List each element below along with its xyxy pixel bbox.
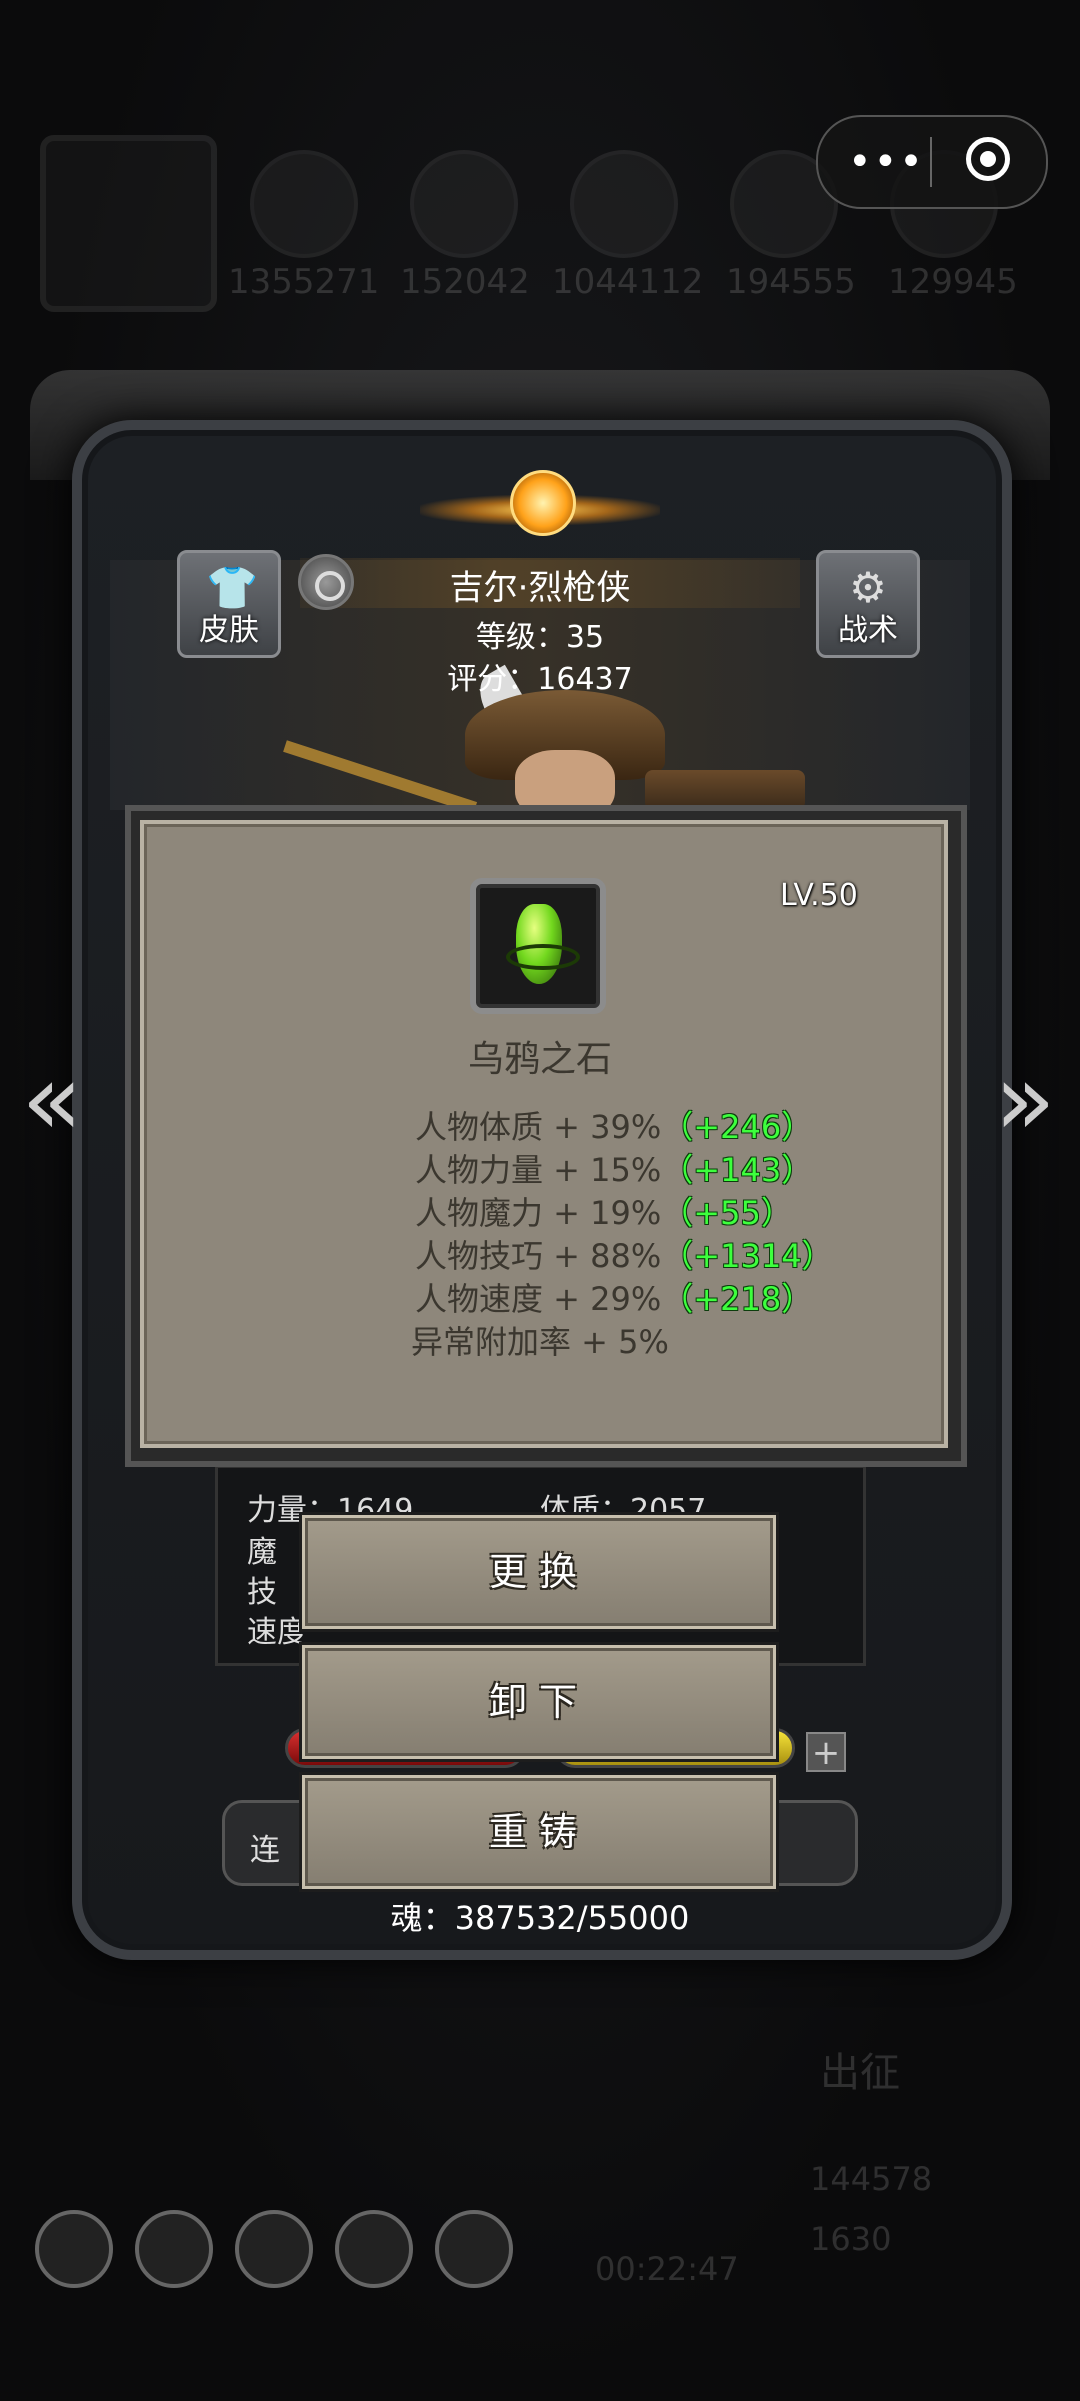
item-stats: 人物体质 + 39%（+246） 人物力量 + 15%（+143） 人物魔力 +… (411, 1102, 834, 1361)
menu-icon (135, 2210, 213, 2288)
reforge-button[interactable]: 重铸 (302, 1775, 776, 1889)
link-label: 连 (250, 1833, 280, 1868)
add-button[interactable]: + (806, 1732, 846, 1772)
stat-bonus: （+218） (661, 1280, 814, 1318)
character-score: 评分：16437 (447, 662, 633, 697)
tactics-label: 战术 (838, 613, 898, 648)
stat-bonus: （+143） (661, 1151, 814, 1189)
character-level: 等级：35 (475, 620, 605, 655)
soul-counter: 魂：387532/55000 (390, 1899, 690, 1937)
resource-count: 194555 (726, 262, 856, 302)
attr-magic: 魔 (247, 1535, 277, 1570)
prev-arrow-icon[interactable]: « (12, 1050, 92, 1150)
menu-icon (435, 2210, 513, 2288)
stat-text: 人物技巧 + 88% (415, 1237, 662, 1275)
skin-label: 皮肤 (199, 613, 259, 648)
menu-icon (335, 2210, 413, 2288)
next-arrow-icon[interactable]: » (985, 1050, 1065, 1150)
emblem-icon (420, 455, 660, 565)
crystal-band (506, 944, 580, 970)
stat-text: 人物魔力 + 19% (415, 1194, 662, 1232)
stat-bonus: （+246） (661, 1108, 814, 1146)
attr-speed: 速度 (247, 1615, 307, 1650)
more-icon[interactable]: ••• (848, 142, 923, 182)
tactics-button[interactable]: ⚙ 战术 (816, 550, 920, 658)
stat-bonus: （+1314） (661, 1237, 834, 1275)
item-name: 乌鸦之石 (467, 1039, 612, 1080)
close-target-icon[interactable] (966, 137, 1010, 181)
miniprogram-capsule: ••• (816, 115, 1048, 209)
gem-count: 1630 (810, 2220, 892, 2258)
item-icon (470, 878, 606, 1014)
stat-text: 人物力量 + 15% (415, 1151, 662, 1189)
menu-icon (235, 2210, 313, 2288)
resource-count: 152042 (400, 262, 530, 302)
depart-label: 出征 (820, 2050, 900, 2096)
resource-count: 129945 (888, 262, 1018, 302)
stat-bonus: （+55） (661, 1194, 793, 1232)
character-portrait (283, 664, 805, 820)
stat-row: 人物技巧 + 88%（+1314） (415, 1231, 834, 1275)
stat-row: 人物速度 + 29%（+218） (415, 1274, 834, 1318)
capsule-divider (930, 137, 932, 187)
resource-icon (570, 150, 678, 258)
item-level: LV.50 (780, 878, 858, 913)
replace-button[interactable]: 更换 (302, 1515, 776, 1629)
timer: 00:22:47 (595, 2250, 739, 2288)
stat-text: 人物速度 + 29% (415, 1280, 662, 1318)
resource-icon (410, 150, 518, 258)
resource-count: 1044112 (552, 262, 704, 302)
gold-count: 144578 (810, 2160, 933, 2198)
menu-icon (35, 2210, 113, 2288)
resource-count: 1355271 (228, 262, 380, 302)
reforge-label: 重铸 (488, 1810, 589, 1854)
stat-extra: 异常附加率 + 5% (411, 1323, 669, 1361)
unequip-label: 卸下 (488, 1680, 589, 1724)
character-name: 吉尔·烈枪侠 (449, 568, 631, 608)
stat-row: 人物体质 + 39%（+246） (415, 1102, 834, 1146)
stat-row: 人物力量 + 15%（+143） (415, 1145, 834, 1189)
replace-label: 更换 (488, 1550, 589, 1594)
resource-icon (250, 150, 358, 258)
unequip-button[interactable]: 卸下 (302, 1645, 776, 1759)
stat-row: 人物魔力 + 19%（+55） (415, 1188, 834, 1232)
stat-text: 人物体质 + 39% (415, 1108, 662, 1146)
attr-skill: 技 (247, 1575, 277, 1610)
character-slot (40, 135, 217, 312)
skin-button[interactable]: 👕 皮肤 (177, 550, 281, 658)
